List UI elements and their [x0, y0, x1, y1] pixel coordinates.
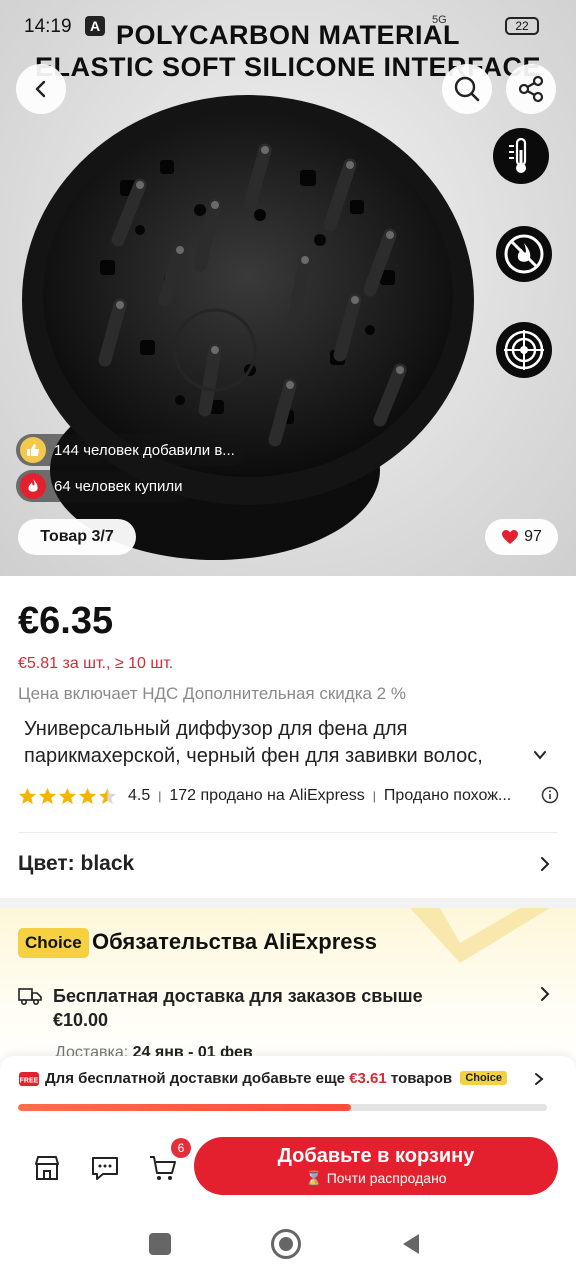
purchased-chip: 64 человек купили	[16, 470, 195, 502]
chevron-right-icon[interactable]	[538, 856, 552, 872]
rating-row[interactable]: 4.5 | 172 продано на AliExpress | Продан…	[18, 784, 563, 808]
free-shipping-line-2: €10.00	[53, 1010, 109, 1030]
temperature-icon	[493, 128, 549, 184]
chat-icon	[92, 1157, 118, 1180]
battery-icon: 22	[505, 17, 539, 35]
network-label: 5G	[432, 14, 447, 26]
product-title-line-2: парикмахерской, черный фен для завивки в…	[24, 745, 483, 767]
chevron-down-icon[interactable]	[533, 748, 547, 762]
product-title-line-1: Универсальный диффузор для фена для	[24, 718, 408, 740]
svg-text:FREE: FREE	[20, 1078, 39, 1085]
decorative-check	[410, 908, 550, 963]
bulk-price: €5.81 за шт., ≥ 10 шт.	[18, 655, 174, 672]
price: €6.35	[18, 600, 114, 642]
product-image-gallery[interactable]: POLYCARBON MATERIAL ELASTIC SOFT SILICON…	[0, 0, 576, 576]
system-navigation-bar	[0, 1210, 576, 1280]
star-icon	[18, 787, 37, 804]
back-nav-button[interactable]	[399, 1232, 423, 1256]
star-icon	[78, 787, 97, 804]
divider	[18, 832, 558, 833]
add-to-cart-label: Добавьте в корзину	[277, 1145, 475, 1167]
gallery-counter: Товар 3/7	[18, 519, 136, 555]
recents-button[interactable]	[149, 1233, 171, 1255]
back-button[interactable]	[16, 64, 66, 114]
likes-count: 97	[524, 528, 542, 545]
rating-value: 4.5	[128, 787, 151, 804]
search-button[interactable]	[442, 64, 492, 114]
purchased-count-text: 64 человек купили	[54, 477, 183, 495]
cart-count-badge: 6	[171, 1138, 191, 1158]
clock: 14:19	[24, 16, 72, 37]
store-icon	[35, 1156, 59, 1180]
free-shipping-text: Для бесплатной доставки добавьте еще €3.…	[45, 1070, 508, 1087]
almost-sold-out-note: ⌛ Почти распродано	[194, 1170, 558, 1187]
star-icon	[58, 787, 77, 804]
free-delivery-icon: FREE	[19, 1072, 39, 1086]
fire-icon	[20, 473, 46, 499]
cart-icon	[150, 1156, 176, 1180]
choice-badge: Choice	[18, 928, 89, 958]
added-to-cart-chip: 144 человек добавили в...	[16, 434, 247, 466]
free-shipping-before: Для бесплатной доставки добавьте еще	[45, 1070, 346, 1087]
star-half-icon	[98, 787, 117, 804]
chat-button[interactable]	[89, 1152, 121, 1184]
star-icon	[38, 787, 57, 804]
vat-note: Цена включает НДС Дополнительная скидка …	[18, 684, 406, 703]
cart-button[interactable]	[147, 1152, 179, 1184]
home-button[interactable]	[271, 1229, 301, 1259]
section-gap	[0, 898, 576, 908]
share-button[interactable]	[506, 64, 556, 114]
almost-sold-out-label: Почти распродано	[326, 1170, 447, 1186]
signal-icons: 5G	[360, 14, 447, 36]
radar-icon	[496, 322, 552, 378]
wishlist-button[interactable]: 97	[485, 519, 558, 555]
free-shipping-after: товаров	[390, 1070, 453, 1087]
chevron-left-icon	[35, 80, 46, 98]
added-count-text: 144 человек добавили в...	[54, 441, 235, 459]
similar-sold: Продано похож...	[383, 787, 512, 804]
info-icon[interactable]	[541, 786, 559, 804]
free-shipping-progress	[18, 1104, 547, 1111]
heart-icon	[502, 530, 519, 544]
add-to-cart-button[interactable]: Добавьте в корзину ⌛ Почти распродано	[194, 1137, 558, 1195]
free-shipping-amount: €3.61	[349, 1070, 387, 1087]
status-bar: 14:19 A 5G 22	[0, 0, 576, 52]
sold-count: 172 продано на AliExpress	[169, 787, 365, 804]
progress-fill	[18, 1104, 352, 1111]
chevron-right-icon[interactable]	[538, 986, 552, 1002]
chevron-right-icon[interactable]	[533, 1072, 545, 1086]
choice-commitments-card[interactable]: Choice Обязательства AliExpress Бесплатн…	[0, 908, 576, 1068]
rating-stars	[18, 787, 118, 806]
thumbs-up-icon	[20, 437, 46, 463]
choice-title: Обязательства AliExpress	[92, 929, 377, 954]
product-title[interactable]: Универсальный диффузор для фена для пари…	[24, 716, 544, 770]
free-shipping-line-1: Бесплатная доставка для заказов свыше	[53, 986, 423, 1006]
hourglass-icon: ⌛	[305, 1170, 323, 1186]
choice-mini-badge: Choice	[460, 1071, 508, 1085]
bottom-action-bar: 6 Добавьте в корзину ⌛ Почти распродано	[0, 1126, 576, 1210]
search-icon	[454, 76, 480, 102]
free-shipping-progress-bar[interactable]: FREE Для бесплатной доставки добавьте ещ…	[0, 1056, 576, 1126]
fireproof-icon	[496, 226, 552, 282]
store-button[interactable]	[31, 1152, 63, 1184]
truck-icon	[18, 988, 42, 1006]
notification-icon: A	[85, 16, 105, 36]
color-selector[interactable]: Цвет: black	[18, 852, 134, 876]
share-icon	[518, 75, 544, 103]
